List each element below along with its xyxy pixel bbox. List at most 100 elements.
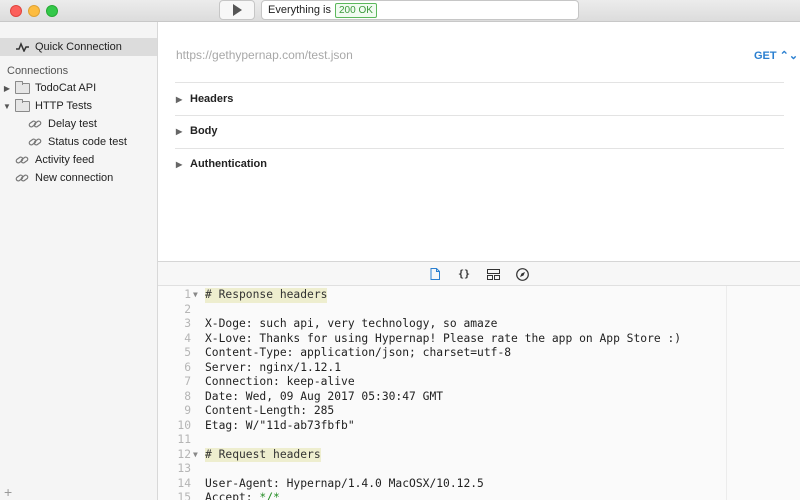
link-icon	[28, 138, 42, 146]
folder-icon	[15, 80, 30, 94]
code-line: 10 Etag: W/"11d-ab73fbfb"	[158, 419, 800, 434]
pulse-icon	[16, 42, 29, 52]
section-authentication[interactable]: ▶ Authentication	[176, 157, 776, 171]
code-text: User-Agent: Hypernap/1.4.0 MacOSX/10.12.…	[205, 476, 484, 490]
sidebar-item-activity-feed[interactable]: Activity feed	[0, 151, 157, 169]
code-comment: # Request headers	[205, 447, 321, 462]
close-window-button[interactable]	[10, 5, 22, 17]
line-number: 8	[184, 389, 191, 403]
code-line: 13	[158, 462, 800, 477]
code-line: 5 Content-Type: application/json; charset…	[158, 346, 800, 361]
sidebar-item-delay-test[interactable]: Delay test	[0, 115, 157, 133]
sidebar-item-http-tests[interactable]: ▼ HTTP Tests	[0, 97, 157, 115]
line-number: 9	[184, 404, 191, 417]
line-number: 14	[177, 476, 191, 490]
line-number: 5	[184, 346, 191, 359]
line-number: 15	[177, 491, 191, 500]
line-number: 10	[177, 418, 191, 432]
link-icon	[15, 174, 29, 182]
sidebar-item-label: Status code test	[48, 136, 127, 148]
url-input[interactable]: https://gethypernap.com/test.json	[176, 48, 353, 62]
code-text: Server: nginx/1.12.1	[205, 360, 342, 374]
sidebar-item-new-connection[interactable]: New connection	[0, 169, 157, 187]
line-number: 11	[177, 433, 191, 446]
method-select[interactable]: GET ⌃⌄	[754, 49, 798, 62]
divider	[175, 148, 784, 149]
code-line: 14 User-Agent: Hypernap/1.4.0 MacOSX/10.1…	[158, 477, 800, 492]
status-badge: 200 OK	[334, 2, 377, 18]
fold-toggle-icon[interactable]: ▼	[193, 288, 198, 303]
disclosure-triangle-icon[interactable]: ▶	[2, 84, 12, 93]
code-text: X-Doge: such api, very technology, so am…	[205, 317, 498, 330]
link-icon	[28, 120, 42, 128]
document-icon[interactable]	[428, 267, 442, 281]
response-code-view[interactable]: 1 ▼ # Response headers 2 3 X-Doge: such api, …	[158, 286, 800, 500]
code-line: 8 Date: Wed, 09 Aug 2017 05:30:47 GMT	[158, 390, 800, 405]
code-line: 7 Connection: keep-alive	[158, 375, 800, 390]
disclosure-triangle-icon: ▶	[176, 126, 183, 136]
section-label: Authentication	[190, 158, 267, 170]
code-line: 15 Accept: */*	[158, 491, 800, 500]
section-label: Headers	[190, 93, 234, 105]
sidebar: Quick Connection Connections ▶ TodoCat A…	[0, 22, 158, 500]
code-text: Connection: keep-alive	[205, 375, 355, 388]
add-connection-button[interactable]: +	[4, 484, 12, 500]
send-request-button[interactable]	[219, 0, 255, 20]
response-toolbar: {}	[158, 261, 800, 286]
sidebar-item-label: Quick Connection	[35, 41, 122, 53]
divider	[175, 82, 784, 83]
line-number: 1	[184, 288, 191, 301]
line-number: 7	[184, 375, 191, 388]
connections-heading: Connections	[7, 65, 69, 77]
code-line: 4 X-Love: Thanks for using Hypernap! Plea…	[158, 332, 800, 347]
section-label: Body	[190, 125, 218, 137]
sidebar-item-status-code-test[interactable]: Status code test	[0, 133, 157, 151]
section-headers[interactable]: ▶ Headers	[176, 92, 776, 106]
line-number: 13	[177, 462, 191, 475]
line-number: 4	[184, 331, 191, 345]
sidebar-item-quick-connection[interactable]: Quick Connection	[0, 38, 157, 56]
sidebar-item-label: Delay test	[48, 118, 97, 130]
code-line: 12 ▼ # Request headers	[158, 447, 800, 463]
layout-icon[interactable]	[486, 267, 500, 281]
section-body[interactable]: ▶ Body	[176, 124, 776, 138]
sidebar-item-todocat-api[interactable]: ▶ TodoCat API	[0, 79, 157, 97]
folder-icon	[15, 98, 30, 112]
code-text: Etag: W/"11d-ab73fbfb"	[205, 418, 355, 432]
code-text: Content-Type: application/json; charset=…	[205, 346, 512, 359]
code-text: Accept: */*	[205, 491, 280, 500]
code-text: X-Love: Thanks for using Hypernap! Pleas…	[205, 331, 682, 345]
code-line: 3 X-Doge: such api, very technology, so a…	[158, 317, 800, 332]
title-bar: Everything is 200 OK	[0, 0, 800, 22]
code-line: 11	[158, 433, 800, 448]
play-icon	[233, 4, 242, 16]
maximize-window-button[interactable]	[46, 5, 58, 17]
status-text: Everything is	[268, 4, 331, 16]
line-number: 2	[184, 302, 191, 316]
braces-icon[interactable]: {}	[457, 267, 471, 281]
line-number: 6	[184, 360, 191, 374]
disclosure-triangle-icon[interactable]: ▼	[2, 102, 12, 111]
status-display: Everything is 200 OK	[261, 0, 579, 20]
fold-toggle-icon[interactable]: ▼	[193, 448, 198, 463]
code-line: 6 Server: nginx/1.12.1	[158, 361, 800, 376]
disclosure-triangle-icon: ▶	[176, 94, 183, 104]
code-line: 1 ▼ # Response headers	[158, 288, 800, 303]
line-number: 3	[184, 317, 191, 330]
code-text: Date: Wed, 09 Aug 2017 05:30:47 GMT	[205, 389, 444, 403]
sidebar-item-label: HTTP Tests	[35, 100, 93, 112]
sidebar-item-label: TodoCat API	[35, 82, 97, 94]
compass-icon[interactable]	[515, 267, 529, 281]
sidebar-item-label: Activity feed	[35, 154, 95, 166]
code-comment: # Response headers	[205, 288, 328, 303]
code-value: */*	[259, 491, 280, 500]
sidebar-item-label: New connection	[35, 172, 114, 184]
code-line: 2	[158, 303, 800, 318]
minimize-window-button[interactable]	[28, 5, 40, 17]
line-number: 12	[177, 447, 191, 461]
divider	[175, 115, 784, 116]
code-line: 9 Content-Length: 285	[158, 404, 800, 419]
disclosure-triangle-icon: ▶	[176, 159, 183, 169]
link-icon	[15, 156, 29, 164]
code-text: Content-Length: 285	[205, 404, 335, 417]
